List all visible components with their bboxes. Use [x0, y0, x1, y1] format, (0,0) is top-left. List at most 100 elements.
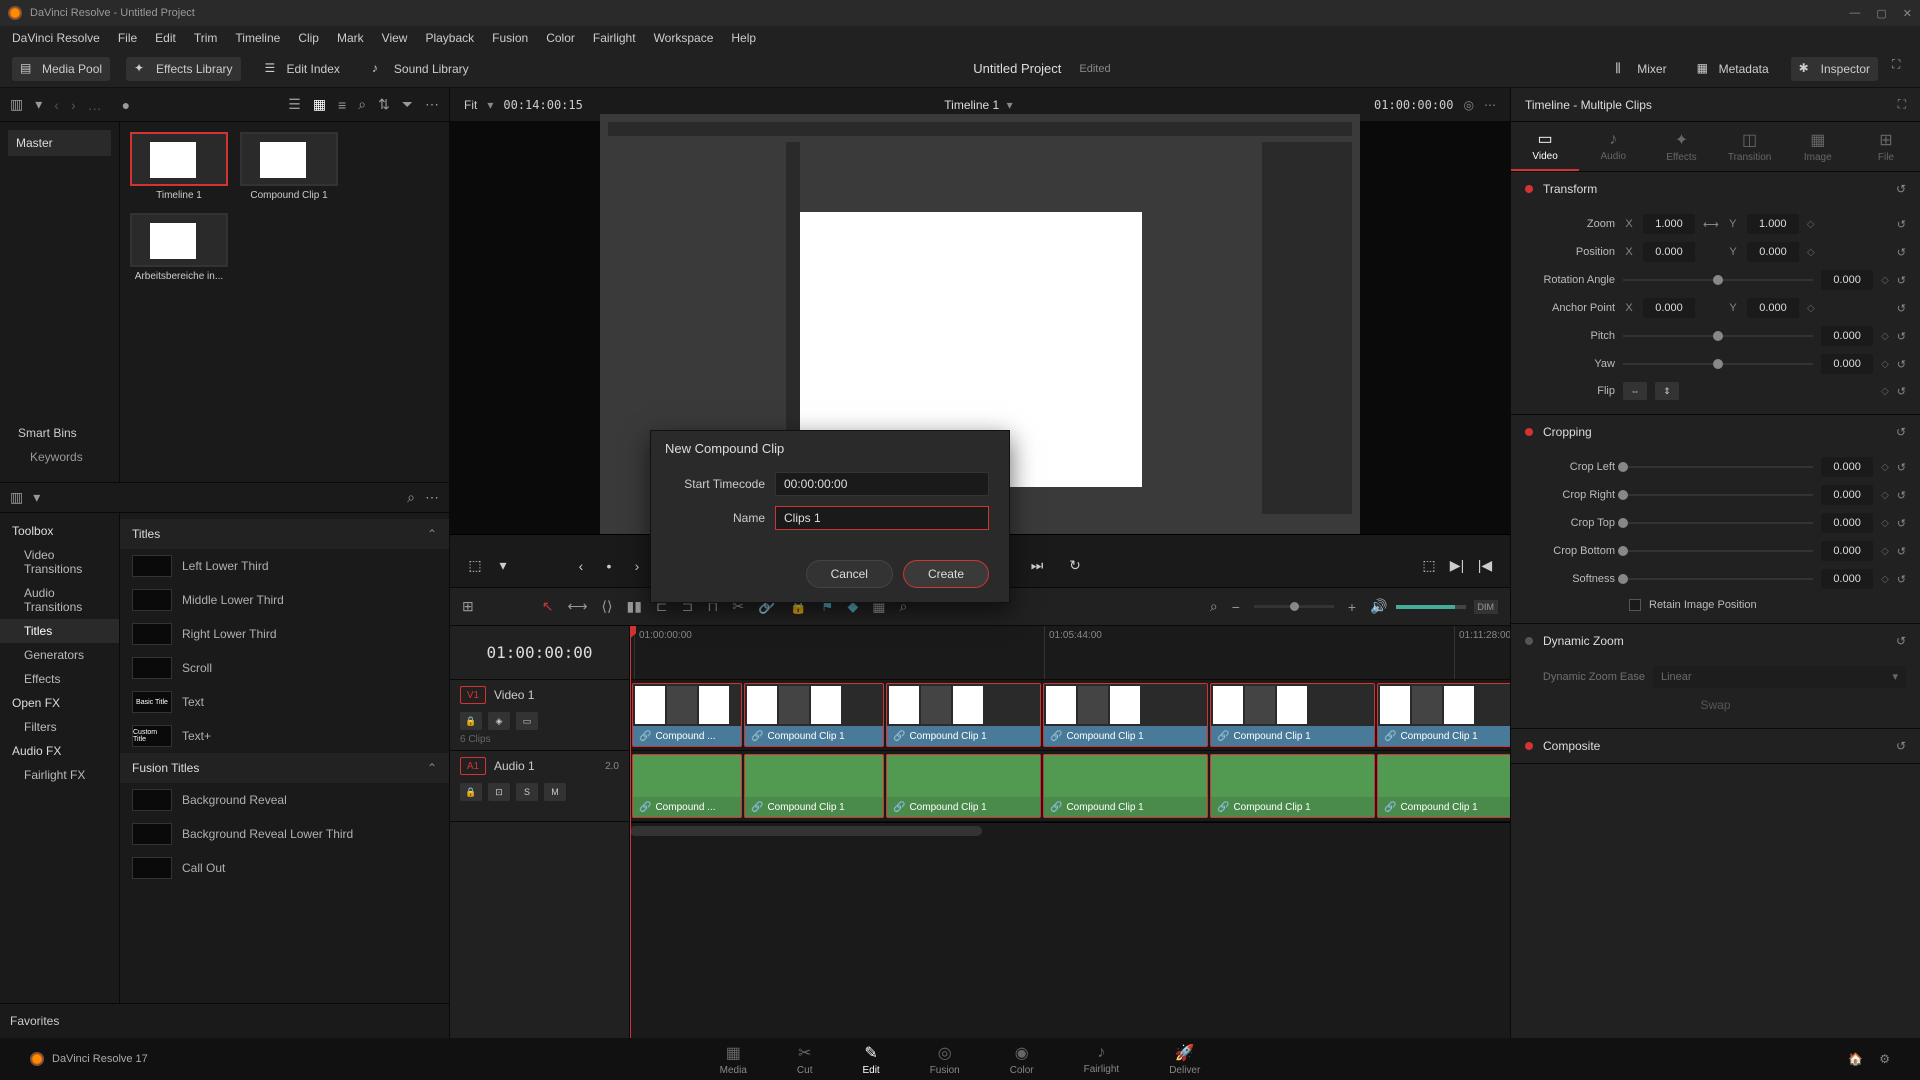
- timeline-clip[interactable]: 🔗Compound Clip 1: [744, 754, 884, 818]
- menu-clip[interactable]: Clip: [298, 31, 319, 45]
- playhead-dot-icon[interactable]: •: [600, 557, 618, 575]
- fullscreen-icon[interactable]: ⛶: [1892, 57, 1908, 73]
- efx-toolbox[interactable]: Toolbox: [0, 519, 119, 543]
- transform-header[interactable]: Transform ↺: [1511, 172, 1920, 206]
- retain-position-checkbox[interactable]: Retain Image Position: [1525, 593, 1906, 613]
- efx-filters[interactable]: Filters: [0, 715, 119, 739]
- titles-group-header[interactable]: Titles⌃: [120, 519, 449, 549]
- next-mark-icon[interactable]: ›: [628, 557, 646, 575]
- reset-icon[interactable]: ↺: [1897, 517, 1906, 530]
- bin-master[interactable]: Master: [8, 130, 111, 156]
- timeline-clip[interactable]: 🔗Compound Clip 1: [1377, 754, 1510, 818]
- reset-icon[interactable]: ↺: [1897, 274, 1906, 287]
- timeline-tracks[interactable]: 01:00:00:00 01:05:44:00 01:11:28:00 🔗Com…: [630, 626, 1510, 1038]
- menu-fusion[interactable]: Fusion: [492, 31, 528, 45]
- inspector-tab-video[interactable]: ▭Video: [1511, 122, 1579, 171]
- dynamic-zoom-header[interactable]: Dynamic Zoom ↺: [1511, 624, 1920, 658]
- keyframe-icon[interactable]: ◇: [1881, 490, 1889, 501]
- search-icon[interactable]: ⌕: [358, 96, 366, 113]
- reset-icon[interactable]: ↺: [1897, 385, 1906, 398]
- chevron-down-icon[interactable]: ▾: [487, 98, 493, 112]
- menu-mark[interactable]: Mark: [337, 31, 364, 45]
- page-tab-fusion[interactable]: ◎Fusion: [930, 1043, 960, 1076]
- pos-y-field[interactable]: 0.000: [1747, 242, 1799, 262]
- expand-icon[interactable]: ⛶: [1898, 97, 1906, 112]
- menu-timeline[interactable]: Timeline: [235, 31, 280, 45]
- more-icon[interactable]: ⋯: [425, 96, 439, 113]
- search-icon[interactable]: ⌕: [407, 489, 415, 506]
- title-preset[interactable]: Right Lower Third: [120, 617, 449, 651]
- softness-field[interactable]: 0.000: [1821, 569, 1873, 589]
- media-item[interactable]: Compound Clip 1: [240, 132, 338, 201]
- anchor-y-field[interactable]: 0.000: [1747, 298, 1799, 318]
- timeline-clip[interactable]: 🔗Compound ...: [632, 754, 742, 818]
- keyframe-icon[interactable]: ◇: [1881, 518, 1889, 529]
- inspector-tab-audio[interactable]: ♪Audio: [1579, 122, 1647, 171]
- crop-left-slider[interactable]: [1623, 457, 1813, 477]
- create-button[interactable]: Create: [903, 560, 989, 588]
- efx-generators[interactable]: Generators: [0, 643, 119, 667]
- cropping-header[interactable]: Cropping ↺: [1511, 415, 1920, 449]
- crop-right-field[interactable]: 0.000: [1821, 485, 1873, 505]
- speaker-icon[interactable]: 🔊: [1370, 598, 1387, 615]
- inspector-tab-transition[interactable]: ◫Transition: [1716, 122, 1784, 171]
- efx-effects[interactable]: Effects: [0, 667, 119, 691]
- page-tab-cut[interactable]: ✂Cut: [797, 1043, 813, 1076]
- keyframe-icon[interactable]: ◇: [1881, 331, 1889, 342]
- minimize-icon[interactable]: —: [1849, 7, 1860, 20]
- keyframe-icon[interactable]: ◇: [1807, 303, 1815, 314]
- menu-file[interactable]: File: [118, 31, 137, 45]
- efx-titles[interactable]: Titles: [0, 619, 119, 643]
- menu-color[interactable]: Color: [546, 31, 575, 45]
- effects-library-button[interactable]: ✦ Effects Library: [126, 57, 240, 81]
- selection-tool-icon[interactable]: ↖: [542, 598, 554, 615]
- anchor-x-field[interactable]: 0.000: [1643, 298, 1695, 318]
- track-lock-icon[interactable]: 🔒: [460, 783, 482, 801]
- timeline-clip[interactable]: 🔗Compound Clip 1: [1210, 754, 1375, 818]
- softness-slider[interactable]: [1623, 569, 1813, 589]
- efx-openfx[interactable]: Open FX: [0, 691, 119, 715]
- title-preset[interactable]: Call Out: [120, 851, 449, 885]
- section-enabled-dot[interactable]: [1525, 637, 1533, 645]
- efx-fairlightfx[interactable]: Fairlight FX: [0, 763, 119, 787]
- title-preset[interactable]: Custom TitleText+: [120, 719, 449, 753]
- pitch-slider[interactable]: [1623, 326, 1813, 346]
- media-item[interactable]: Timeline 1: [130, 132, 228, 201]
- efx-audio-transitions[interactable]: Audio Transitions: [0, 581, 119, 619]
- reset-icon[interactable]: ↺: [1896, 634, 1906, 648]
- crop-top-field[interactable]: 0.000: [1821, 513, 1873, 533]
- settings-icon[interactable]: ⚙: [1879, 1052, 1890, 1066]
- keyframe-icon[interactable]: ◇: [1807, 219, 1815, 230]
- reset-icon[interactable]: ↺: [1897, 358, 1906, 371]
- page-tab-color[interactable]: ◉Color: [1010, 1043, 1034, 1076]
- rotation-slider[interactable]: [1623, 270, 1813, 290]
- chevron-down-icon[interactable]: ▾: [1007, 98, 1013, 112]
- insert-mode-icon[interactable]: ⬚: [466, 557, 484, 575]
- reset-icon[interactable]: ↺: [1896, 425, 1906, 439]
- menu-help[interactable]: Help: [731, 31, 756, 45]
- maximize-icon[interactable]: ▢: [1876, 7, 1886, 20]
- zoom-y-field[interactable]: 1.000: [1747, 214, 1799, 234]
- record-timecode[interactable]: 01:00:00:00: [1374, 98, 1453, 112]
- section-enabled-dot[interactable]: [1525, 185, 1533, 193]
- list-view-icon[interactable]: ☰: [288, 96, 301, 113]
- viewer-fit-dropdown[interactable]: Fit: [464, 98, 477, 112]
- reset-icon[interactable]: ↺: [1897, 246, 1906, 259]
- mixer-button[interactable]: ⫼ Mixer: [1607, 57, 1674, 81]
- effects-list-icon[interactable]: ▥: [10, 489, 23, 506]
- thumb-view-icon[interactable]: ▦: [313, 96, 326, 113]
- favorites-section[interactable]: Favorites: [0, 1003, 449, 1038]
- blade-tool-icon[interactable]: ▮▮: [626, 598, 641, 615]
- page-tab-media[interactable]: ▦Media: [720, 1043, 747, 1076]
- zoom-slider[interactable]: [1254, 605, 1334, 608]
- filter-icon[interactable]: ⏷: [402, 96, 413, 113]
- zoom-out-icon[interactable]: −: [1232, 599, 1240, 615]
- keyframe-icon[interactable]: ◇: [1881, 574, 1889, 585]
- bin-path-icon[interactable]: …: [88, 97, 102, 113]
- crop-bottom-slider[interactable]: [1623, 541, 1813, 561]
- track-mute-button[interactable]: M: [544, 783, 566, 801]
- track-header-v1[interactable]: V1 Video 1 🔒 ◈ ▭ 6 Clips: [450, 680, 629, 751]
- go-start-button[interactable]: |◀: [1476, 557, 1494, 575]
- go-end-button[interactable]: ▶|: [1448, 557, 1466, 575]
- reset-icon[interactable]: ↺: [1897, 461, 1906, 474]
